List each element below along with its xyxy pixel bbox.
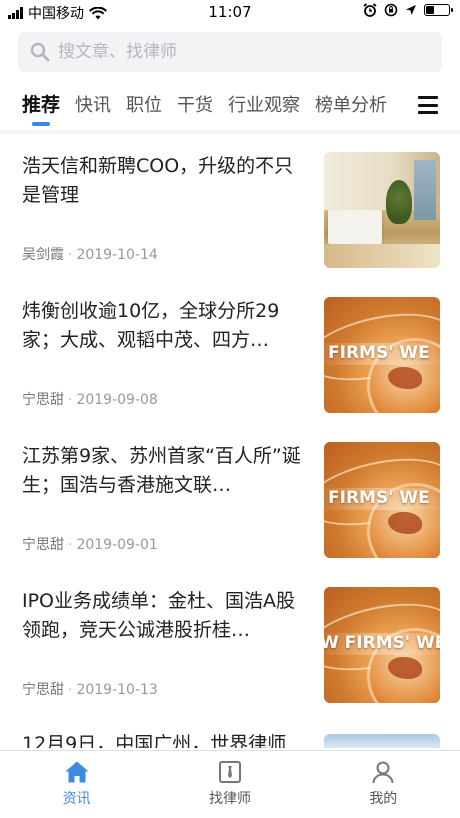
tab-rankings[interactable]: 榜单分析 <box>315 89 387 123</box>
article-thumbnail[interactable]: W FIRMS' WEE <box>324 587 440 703</box>
article-thumbnail[interactable] <box>324 734 440 748</box>
article-meta: 吴剑霞 · 2019-10-14 <box>22 247 158 263</box>
article-card[interactable]: 江苏第9家、苏州首家“百人所”诞生；国浩与香港施文联… 宁思甜 · 2019-09-… <box>22 442 440 560</box>
lawyer-icon <box>218 761 241 783</box>
search-input[interactable] <box>58 42 418 62</box>
tab-jobs[interactable]: 职位 <box>126 89 162 123</box>
tab-industry-watch[interactable]: 行业观察 <box>228 89 300 123</box>
article-author: 宁思甜 <box>22 682 64 698</box>
tab-insights[interactable]: 干货 <box>177 89 213 123</box>
bottom-tab-bar: 资讯 找律师 我的 <box>0 750 460 818</box>
article-card[interactable]: 炜衡创收逾10亿，全球分所29家；大成、观韬中茂、四方… 宁思甜 · 2019-09… <box>22 297 440 415</box>
tab-find-lawyer[interactable]: 找律师 <box>153 751 306 818</box>
menu-icon[interactable] <box>418 96 438 114</box>
article-meta: 宁思甜 · 2019-09-01 <box>22 537 158 553</box>
article-title[interactable]: 炜衡创收逾10亿，全球分所29家；大成、观韬中茂、四方… <box>22 297 308 355</box>
article-author: 宁思甜 <box>22 392 64 408</box>
article-thumbnail[interactable] <box>324 152 440 268</box>
tab-news-flash[interactable]: 快讯 <box>75 89 111 123</box>
article-title[interactable]: 江苏第9家、苏州首家“百人所”诞生；国浩与香港施文联… <box>22 442 308 500</box>
category-tabs: 推荐 快讯 职位 干货 行业观察 榜单分析 <box>0 88 460 130</box>
article-title[interactable]: IPO业务成绩单：金杜、国浩A股领跑，竞天公诚港股折桂… <box>22 587 308 645</box>
alarm-icon <box>363 3 377 17</box>
article-date: 2019-10-13 <box>76 682 158 698</box>
article-meta: 宁思甜 · 2019-09-08 <box>22 392 158 408</box>
article-title[interactable]: 12月9日，中国广州，世界律师 <box>22 734 308 748</box>
article-meta: 宁思甜 · 2019-10-13 <box>22 682 158 698</box>
rotation-lock-icon <box>384 3 398 17</box>
tab-find-lawyer-label: 找律师 <box>208 791 251 807</box>
status-bar: 中国移动 11:07 <box>0 0 460 24</box>
article-card[interactable]: 浩天信和新聘COO，升级的不只是管理 吴剑霞 · 2019-10-14 <box>22 152 440 270</box>
article-thumbnail[interactable]: FIRMS' WE <box>324 297 440 413</box>
thumbnail-text: W FIRMS' WEE <box>324 633 440 653</box>
article-card[interactable]: 12月9日，中国广州，世界律师 <box>22 734 440 748</box>
tab-profile[interactable]: 我的 <box>307 751 460 818</box>
search-icon <box>30 42 50 62</box>
tab-recommend[interactable]: 推荐 <box>22 88 60 126</box>
tab-profile-label: 我的 <box>369 791 398 807</box>
article-author: 吴剑霞 <box>22 247 64 263</box>
article-author: 宁思甜 <box>22 537 64 553</box>
thumbnail-text: FIRMS' WE <box>328 488 430 508</box>
article-date: 2019-09-08 <box>76 392 158 408</box>
article-date: 2019-10-14 <box>76 247 158 263</box>
divider <box>0 130 460 136</box>
battery-icon <box>424 4 453 16</box>
article-title[interactable]: 浩天信和新聘COO，升级的不只是管理 <box>22 152 308 210</box>
home-icon <box>65 761 89 783</box>
search-bar[interactable] <box>18 32 442 72</box>
article-date: 2019-09-01 <box>76 537 158 553</box>
article-card[interactable]: IPO业务成绩单：金杜、国浩A股领跑，竞天公诚港股折桂… 宁思甜 · 2019-10… <box>22 587 440 705</box>
location-icon <box>406 5 416 15</box>
tab-news[interactable]: 资讯 <box>0 751 153 818</box>
thumbnail-text: FIRMS' WE <box>328 343 430 363</box>
tab-news-label: 资讯 <box>62 791 91 807</box>
profile-icon <box>372 761 394 784</box>
article-thumbnail[interactable]: FIRMS' WE <box>324 442 440 558</box>
